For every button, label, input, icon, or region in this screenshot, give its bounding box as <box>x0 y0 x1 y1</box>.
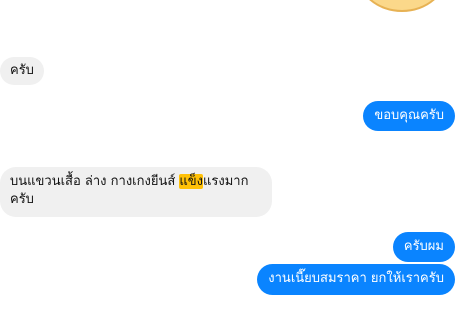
outgoing-message-bubble[interactable]: ขอบคุณครับ <box>363 101 455 131</box>
message-text: ครับผม <box>403 239 444 254</box>
incoming-message-bubble[interactable]: บนแขวนเสื้อ ล่าง กางเกงยีนส์ แข็งแรงมาก … <box>0 167 272 217</box>
message-text: งานเนี๊ยบสมราคา ยกให้เราครับ <box>268 271 444 286</box>
search-highlight: แข็ง <box>179 174 204 189</box>
message-text: ขอบคุณครับ <box>374 108 444 123</box>
sticker-image <box>356 0 448 12</box>
outgoing-message-bubble[interactable]: งานเนี๊ยบสมราคา ยกให้เราครับ <box>257 264 455 295</box>
message-text: ครับ <box>10 63 34 78</box>
message-text: บนแขวนเสื้อ ล่าง กางเกงยีนส์ <box>10 174 180 189</box>
outgoing-message-bubble[interactable]: ครับผม <box>392 232 455 262</box>
incoming-message-bubble[interactable]: ครับ <box>0 57 44 85</box>
